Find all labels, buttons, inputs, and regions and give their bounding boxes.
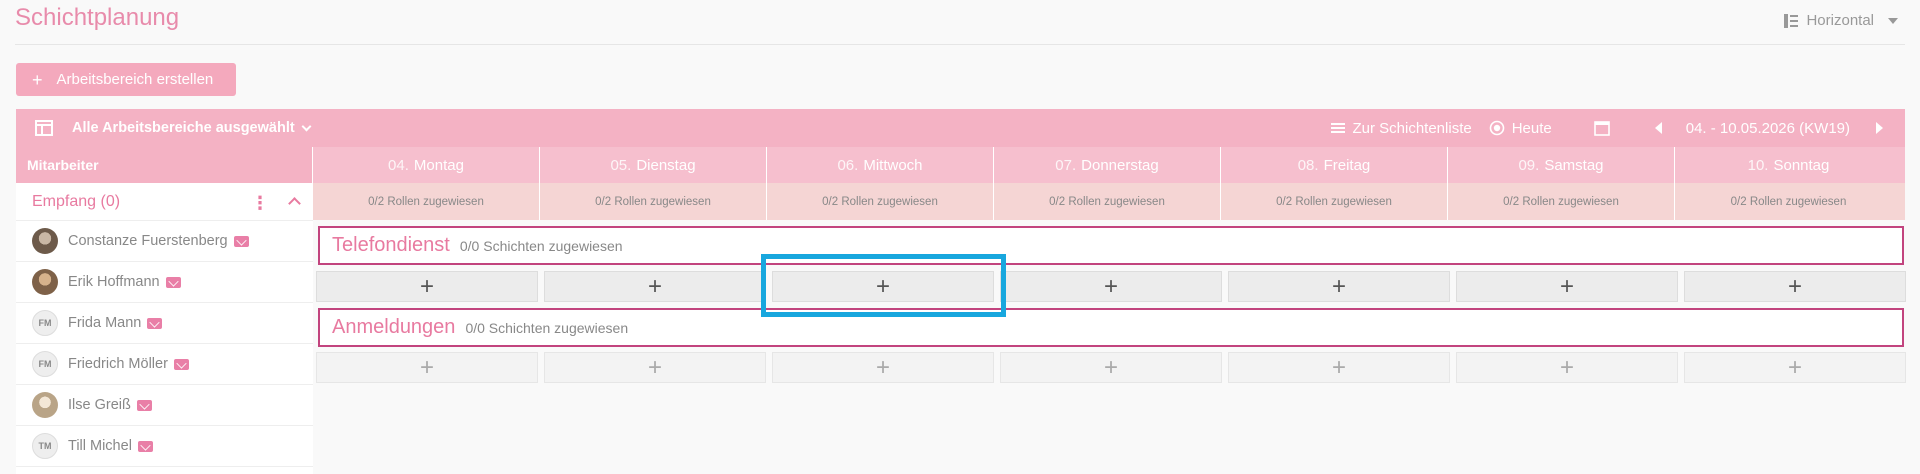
employee-name: Erik Hoffmann	[68, 274, 160, 290]
add-shift-button-friday[interactable]: +	[1228, 271, 1450, 302]
workarea-anmeldungen[interactable]: Anmeldungen 0/0 Schichten zugewiesen	[318, 308, 1904, 347]
roles-cell: 0/2 Rollen zugewiesen	[1730, 195, 1847, 208]
workarea-shift-count: 0/0 Schichten zugewiesen	[459, 238, 623, 254]
mail-icon[interactable]	[233, 235, 249, 247]
day-header: 06. Mittwoch	[767, 147, 994, 183]
roles-cell: 0/2 Rollen zugewiesen	[313, 183, 540, 220]
workarea-telefondienst[interactable]: Telefondienst 0/0 Schichten zugewiesen	[318, 226, 1904, 265]
calendar-icon[interactable]	[1593, 120, 1610, 136]
add-shift-button-thursday[interactable]: +	[1000, 271, 1222, 302]
avatar: TM	[32, 433, 58, 459]
add-shift-button-saturday[interactable]: +	[1456, 271, 1678, 302]
roles-cell: 0/2 Rollen zugewiesen	[1221, 183, 1448, 220]
avatar	[32, 228, 58, 254]
page-title: Schichtplanung	[15, 4, 180, 31]
employee-name: Ilse Greiß	[68, 397, 131, 413]
mail-icon[interactable]	[137, 440, 153, 452]
more-vertical-icon[interactable]: ⋮	[251, 193, 269, 214]
date-range: 04. - 10.05.2026 (KW19)	[1685, 119, 1850, 137]
workarea-shift-count: 0/0 Schichten zugewiesen	[465, 320, 629, 336]
workarea-name: Telefondienst	[332, 234, 450, 256]
table-icon[interactable]	[16, 109, 72, 147]
mail-icon[interactable]	[165, 276, 181, 288]
employee-row[interactable]: FM Frida Mann	[16, 303, 313, 344]
add-shift-button-wednesday[interactable]: +	[772, 352, 994, 383]
day-header: 09. Samstag	[1448, 147, 1675, 183]
avatar	[32, 392, 58, 418]
mail-icon[interactable]	[147, 317, 163, 329]
add-shift-button-tuesday[interactable]: +	[544, 352, 766, 383]
radio-target-icon	[1489, 120, 1505, 136]
title-divider	[15, 44, 1905, 45]
add-shift-button-sunday[interactable]: +	[1684, 352, 1906, 383]
workarea-selector[interactable]: Alle Arbeitsbereiche ausgewählt	[72, 120, 312, 136]
avatar: FM	[32, 351, 58, 377]
today-button[interactable]: Heute	[1489, 120, 1552, 137]
group-header-empfang[interactable]: Empfang (0) ⋮	[16, 183, 313, 221]
today-label: Heute	[1511, 119, 1552, 137]
employee-row[interactable]: TM Till Michel	[16, 426, 313, 467]
day-header: 04. Montag	[313, 147, 540, 183]
view-mode-label: Horizontal	[1806, 12, 1874, 29]
plus-icon: +	[32, 69, 43, 90]
add-shift-button-tuesday[interactable]: +	[544, 271, 766, 302]
day-header: 07. Donnerstag	[994, 147, 1221, 183]
chevron-up-icon[interactable]	[288, 197, 301, 210]
employee-row[interactable]: Ilse Greiß	[16, 385, 313, 426]
day-header-row: Mitarbeiter 04. Montag 05. Dienstag 06. Mit…	[16, 147, 1905, 183]
add-shift-button-monday[interactable]: +	[316, 271, 538, 302]
roles-summary-row: 0/2 Rollen zugewiesen 0/2 Rollen zugewie…	[313, 183, 1905, 220]
employee-column-header: Mitarbeiter	[16, 147, 313, 183]
list-icon	[1331, 123, 1346, 133]
roles-cell: 0/2 Rollen zugewiesen	[1448, 183, 1675, 220]
group-name: Empfang (0)	[32, 192, 121, 210]
roles-cell: 0/2 Rollen zugewiesen	[994, 183, 1221, 220]
next-week-icon[interactable]	[1876, 122, 1883, 134]
day-header: 05. Dienstag	[540, 147, 767, 183]
day-header: 08. Freitag	[1221, 147, 1448, 183]
view-mode-dropdown[interactable]: Horizontal	[1784, 12, 1898, 29]
prev-week-icon[interactable]	[1654, 122, 1662, 134]
add-shift-row: + + + + + + +	[316, 352, 1906, 383]
workarea-name: Anmeldungen	[332, 316, 456, 338]
add-shift-button-sunday[interactable]: +	[1684, 271, 1906, 302]
employee-name: Friedrich Möller	[68, 356, 168, 372]
add-shift-button-monday[interactable]: +	[316, 352, 538, 383]
planning-toolbar: Alle Arbeitsbereiche ausgewählt Zur Schi…	[16, 109, 1905, 147]
employee-name: Frida Mann	[68, 315, 142, 331]
workarea-selector-label: Alle Arbeitsbereiche ausgewählt	[72, 120, 295, 136]
caret-down-icon	[1888, 17, 1898, 24]
add-shift-row: + + + + + + +	[316, 271, 1906, 302]
avatar	[32, 269, 58, 295]
roles-cell: 0/2 Rollen zugewiesen	[540, 183, 767, 220]
chevron-down-icon	[301, 121, 312, 131]
employee-name: Till Michel	[68, 438, 132, 454]
employee-row[interactable]: FM Friedrich Möller	[16, 344, 313, 385]
create-workarea-button[interactable]: + Arbeitsbereich erstellen	[16, 63, 236, 96]
add-shift-button-saturday[interactable]: +	[1456, 352, 1678, 383]
employee-row[interactable]: Constanze Fuerstenberg	[16, 221, 313, 262]
employee-name: Constanze Fuerstenberg	[68, 233, 228, 249]
employee-sidebar: Empfang (0) ⋮ Constanze Fuerstenberg Eri…	[16, 183, 313, 474]
mail-icon[interactable]	[173, 358, 189, 370]
shift-list-link[interactable]: Zur Schichtenliste	[1331, 119, 1472, 137]
mail-icon[interactable]	[136, 399, 152, 411]
avatar: FM	[32, 310, 58, 336]
shift-list-label: Zur Schichtenliste	[1352, 119, 1472, 137]
add-shift-button-friday[interactable]: +	[1228, 352, 1450, 383]
create-workarea-label: Arbeitsbereich erstellen	[56, 71, 214, 88]
roles-cell: 0/2 Rollen zugewiesen	[767, 183, 994, 220]
add-shift-button-thursday[interactable]: +	[1000, 352, 1222, 383]
add-shift-button-wednesday[interactable]: +	[772, 271, 994, 302]
day-header: 10. Sonntag	[1747, 156, 1830, 174]
list-view-icon	[1784, 13, 1799, 28]
employee-row[interactable]: Erik Hoffmann	[16, 262, 313, 303]
